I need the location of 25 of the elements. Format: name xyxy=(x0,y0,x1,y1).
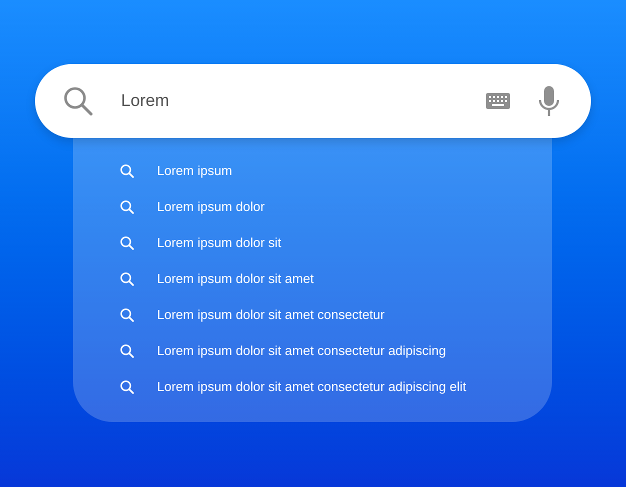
search-icon xyxy=(120,164,134,178)
search-icon xyxy=(120,200,134,214)
search-icon xyxy=(120,344,134,358)
suggestion-item[interactable]: Lorem ipsum dolor xyxy=(73,189,552,225)
suggestion-text: Lorem ipsum dolor sit amet xyxy=(157,270,314,288)
suggestion-item[interactable]: Lorem ipsum dolor sit amet consectetur adipiscing xyxy=(73,333,552,369)
suggestion-text: Lorem ipsum xyxy=(157,162,232,180)
search-field[interactable]: Lorem xyxy=(35,64,591,138)
keyboard-icon[interactable] xyxy=(486,93,510,109)
suggestion-text: Lorem ipsum dolor sit amet consectetur xyxy=(157,306,385,324)
suggestion-text: Lorem ipsum dolor xyxy=(157,198,265,216)
suggestion-text: Lorem ipsum dolor sit xyxy=(157,234,282,252)
suggestion-item[interactable]: Lorem ipsum xyxy=(73,153,552,189)
search-icon[interactable] xyxy=(63,86,93,116)
suggestion-item[interactable]: Lorem ipsum dolor sit amet consectetur xyxy=(73,297,552,333)
suggestion-text: Lorem ipsum dolor sit amet consectetur adipiscing xyxy=(157,342,446,360)
search-icon xyxy=(120,308,134,322)
suggestion-text: Lorem ipsum dolor sit amet consectetur adipiscing elit xyxy=(157,378,466,396)
suggestion-item[interactable]: Lorem ipsum dolor sit amet consectetur adipiscing elit xyxy=(73,369,552,405)
search-icon xyxy=(120,272,134,286)
microphone-icon[interactable] xyxy=(538,86,560,116)
suggestion-item[interactable]: Lorem ipsum dolor sit xyxy=(73,225,552,261)
search-icon xyxy=(120,380,134,394)
search-icon xyxy=(120,236,134,250)
suggestion-item[interactable]: Lorem ipsum dolor sit amet xyxy=(73,261,552,297)
